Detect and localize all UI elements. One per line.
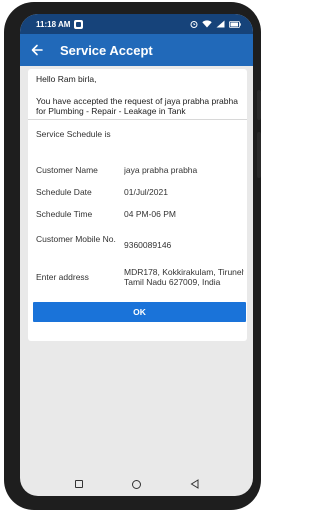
power-button (257, 132, 261, 178)
system-nav-bar (20, 472, 253, 496)
address-value-line1: MDR178, Kokkirakulam, Tirunelveli, (124, 267, 244, 277)
back-icon[interactable] (190, 479, 199, 489)
app-notification-icon (74, 19, 84, 29)
schedule-time-label: Schedule Time (36, 209, 93, 219)
greeting-text: Hello Ram birla, (36, 74, 97, 84)
schedule-date-label: Schedule Date (36, 187, 92, 197)
home-icon[interactable] (131, 479, 141, 489)
acceptance-message: You have accepted the request of jaya pr… (36, 96, 238, 116)
screen: 11:18 AM Service Accept Hello Ram birla,… (20, 14, 253, 496)
alarm-icon (190, 21, 198, 28)
address-label: Enter address (36, 272, 89, 282)
schedule-heading: Service Schedule is (36, 129, 111, 139)
status-time: 11:18 AM (36, 19, 71, 29)
customer-mobile-value: 9360089146 (124, 240, 172, 250)
service-accept-card: Hello Ram birla, You have accepted the r… (28, 69, 247, 341)
status-icons (190, 20, 241, 28)
battery-icon (229, 20, 241, 28)
divider (28, 119, 247, 120)
customer-mobile-label: Customer Mobile No. (36, 234, 116, 244)
customer-name-label: Customer Name (36, 165, 98, 175)
customer-name-value: jaya prabha prabha (124, 165, 198, 175)
page-title: Service Accept (60, 42, 153, 58)
app-bar: Service Accept (20, 34, 253, 66)
address-value-line2: Tamil Nadu 627009, India (124, 277, 221, 287)
status-bar: 11:18 AM (20, 14, 253, 34)
arrow-left-icon (31, 44, 43, 56)
wifi-icon (202, 20, 212, 28)
schedule-date-value: 01/Jul/2021 (124, 187, 168, 197)
back-button[interactable] (22, 34, 52, 66)
ok-button[interactable]: OK (33, 302, 246, 322)
signal-icon (216, 20, 225, 28)
schedule-time-value: 04 PM-06 PM (124, 209, 176, 219)
phone-frame: 11:18 AM Service Accept Hello Ram birla,… (4, 2, 261, 510)
recent-apps-icon[interactable] (74, 480, 83, 488)
volume-button (257, 90, 261, 120)
